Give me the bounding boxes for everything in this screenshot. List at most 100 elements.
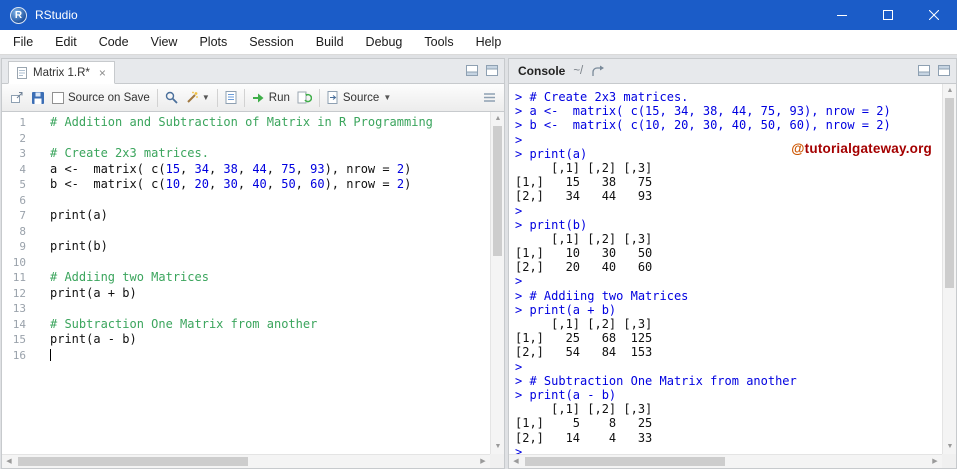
console-output[interactable]: > # Create 2x3 matrices. > a <- matrix( c… (509, 84, 942, 454)
console-title: Console (518, 64, 566, 78)
code-line[interactable]: 1 # Addition and Subtraction of Matrix in… (2, 115, 490, 131)
maximize-icon (883, 10, 893, 20)
magnifier-icon (165, 91, 178, 104)
watermark-text: tutorialgateway.org (804, 141, 932, 156)
title-bar[interactable]: R RStudio (0, 0, 957, 30)
scrollbar-thumb[interactable] (945, 98, 954, 288)
scroll-up-arrow-icon[interactable]: ▲ (943, 84, 957, 98)
open-in-new-window-button[interactable] (10, 91, 24, 104)
menu-item-plots[interactable]: Plots (188, 30, 238, 54)
scrollbar-thumb[interactable] (525, 457, 725, 466)
console-output-line: [2,] 34 44 93 (515, 189, 653, 204)
menu-item-session[interactable]: Session (238, 30, 304, 54)
compile-report-button[interactable] (225, 91, 237, 104)
tab-close-icon[interactable]: × (99, 67, 106, 79)
console-output-line: [2,] 20 40 60 (515, 260, 653, 275)
code-line[interactable]: 15 print(a - b) (2, 332, 490, 348)
scroll-down-arrow-icon[interactable]: ▼ (943, 440, 957, 454)
tab-label: Matrix 1.R* (33, 66, 90, 79)
code-line[interactable]: 6 (2, 193, 490, 209)
minimize-pane-icon[interactable] (918, 65, 930, 76)
code-line[interactable]: 8 (2, 224, 490, 240)
source-on-save-checkbox[interactable] (52, 91, 64, 104)
run-button[interactable]: Run (252, 92, 290, 104)
code-line[interactable]: 9 print(b) (2, 239, 490, 255)
close-button[interactable] (911, 0, 957, 30)
rerun-icon (297, 91, 312, 104)
menu-item-tools[interactable]: Tools (413, 30, 464, 54)
code-line[interactable]: 10 (2, 255, 490, 271)
scroll-right-arrow-icon[interactable]: ▶ (476, 455, 490, 469)
console-input-line: > print(a - b) (515, 387, 617, 402)
code-line[interactable]: 4 a <- matrix( c(15, 34, 38, 44, 75, 93),… (2, 162, 490, 178)
maximize-button[interactable] (865, 0, 911, 30)
menu-item-debug[interactable]: Debug (355, 30, 414, 54)
scroll-left-arrow-icon[interactable]: ◀ (509, 455, 523, 469)
rerun-button[interactable] (297, 91, 312, 104)
text-cursor (50, 348, 51, 361)
line-number: 11 (12, 271, 26, 284)
menu-item-help[interactable]: Help (465, 30, 513, 54)
console-horizontal-scrollbar[interactable]: ◀ ▶ (509, 454, 942, 468)
console-input-line: > (515, 444, 530, 454)
editor-horizontal-scrollbar[interactable]: ◀ ▶ (2, 454, 490, 468)
line-number: 1 (19, 116, 26, 129)
find-replace-button[interactable] (165, 91, 178, 104)
console-output-line: [2,] 14 4 33 (515, 430, 653, 445)
source-toolbar: Source on Save ▼ Run Source ▼ (2, 84, 504, 112)
code-line[interactable]: 3 # Create 2x3 matrices. (2, 146, 490, 162)
menu-item-code[interactable]: Code (88, 30, 140, 54)
line-number: 3 (19, 147, 26, 160)
run-icon (252, 93, 264, 102)
console-input-line: > # Addiing two Matrices (515, 288, 689, 303)
code-line[interactable]: 14 # Subtraction One Matrix from another (2, 317, 490, 333)
menu-item-file[interactable]: File (2, 30, 44, 54)
code-line[interactable]: 2 (2, 131, 490, 147)
maximize-pane-icon[interactable] (486, 65, 498, 76)
console-output-line: [,1] [,2] [,3] (515, 231, 653, 246)
line-number: 8 (19, 224, 26, 238)
save-button[interactable] (31, 91, 45, 105)
code-line[interactable]: 16 (2, 348, 490, 364)
menu-item-build[interactable]: Build (305, 30, 355, 54)
scroll-left-arrow-icon[interactable]: ◀ (2, 455, 16, 469)
console-input-line: > print(b) (515, 217, 588, 232)
code-line[interactable]: 11 # Addiing two Matrices (2, 270, 490, 286)
menu-item-edit[interactable]: Edit (44, 30, 88, 54)
code-line[interactable]: 12 print(a + b) (2, 286, 490, 302)
minimize-button[interactable] (819, 0, 865, 30)
scroll-down-arrow-icon[interactable]: ▼ (491, 440, 505, 454)
code-tools-button[interactable]: ▼ (185, 91, 210, 104)
source-on-save-toggle[interactable]: Source on Save (52, 91, 150, 104)
tab-matrix-file[interactable]: Matrix 1.R* × (8, 61, 115, 84)
console-vertical-scrollbar[interactable]: ▲ ▼ (942, 84, 956, 454)
code-text: print(a + b) (50, 285, 137, 300)
menu-item-view[interactable]: View (140, 30, 189, 54)
minimize-pane-icon[interactable] (466, 65, 478, 76)
line-number: 9 (19, 240, 26, 253)
scroll-right-arrow-icon[interactable]: ▶ (928, 455, 942, 469)
rstudio-logo-icon: R (10, 6, 27, 24)
goto-directory-arrow-icon[interactable] (591, 65, 605, 77)
console-input-line: > a <- matrix( c(15, 34, 38, 44, 75, 93)… (515, 104, 891, 119)
source-pane-buttons (466, 65, 498, 76)
console-input-line: > b <- matrix( c(10, 20, 30, 40, 50, 60)… (515, 118, 891, 133)
code-line[interactable]: 5 b <- matrix( c(10, 20, 30, 40, 50, 60),… (2, 177, 490, 193)
scroll-up-arrow-icon[interactable]: ▲ (491, 112, 505, 126)
code-editor[interactable]: 1 # Addition and Subtraction of Matrix in… (2, 112, 490, 454)
scrollbar-thumb[interactable] (493, 126, 502, 256)
document-outline-button[interactable] (483, 92, 496, 103)
outline-icon (484, 93, 495, 102)
console-pane-buttons (918, 65, 950, 76)
chevron-down-icon: ▼ (201, 93, 210, 102)
line-number: 6 (19, 193, 26, 207)
console-input-line: > (515, 274, 530, 289)
maximize-pane-icon[interactable] (938, 65, 950, 76)
source-button[interactable]: Source ▼ (327, 91, 391, 104)
code-line[interactable]: 13 (2, 301, 490, 317)
editor-vertical-scrollbar[interactable]: ▲ ▼ (490, 112, 504, 454)
code-line[interactable]: 7 print(a) (2, 208, 490, 224)
scrollbar-thumb[interactable] (18, 457, 248, 466)
